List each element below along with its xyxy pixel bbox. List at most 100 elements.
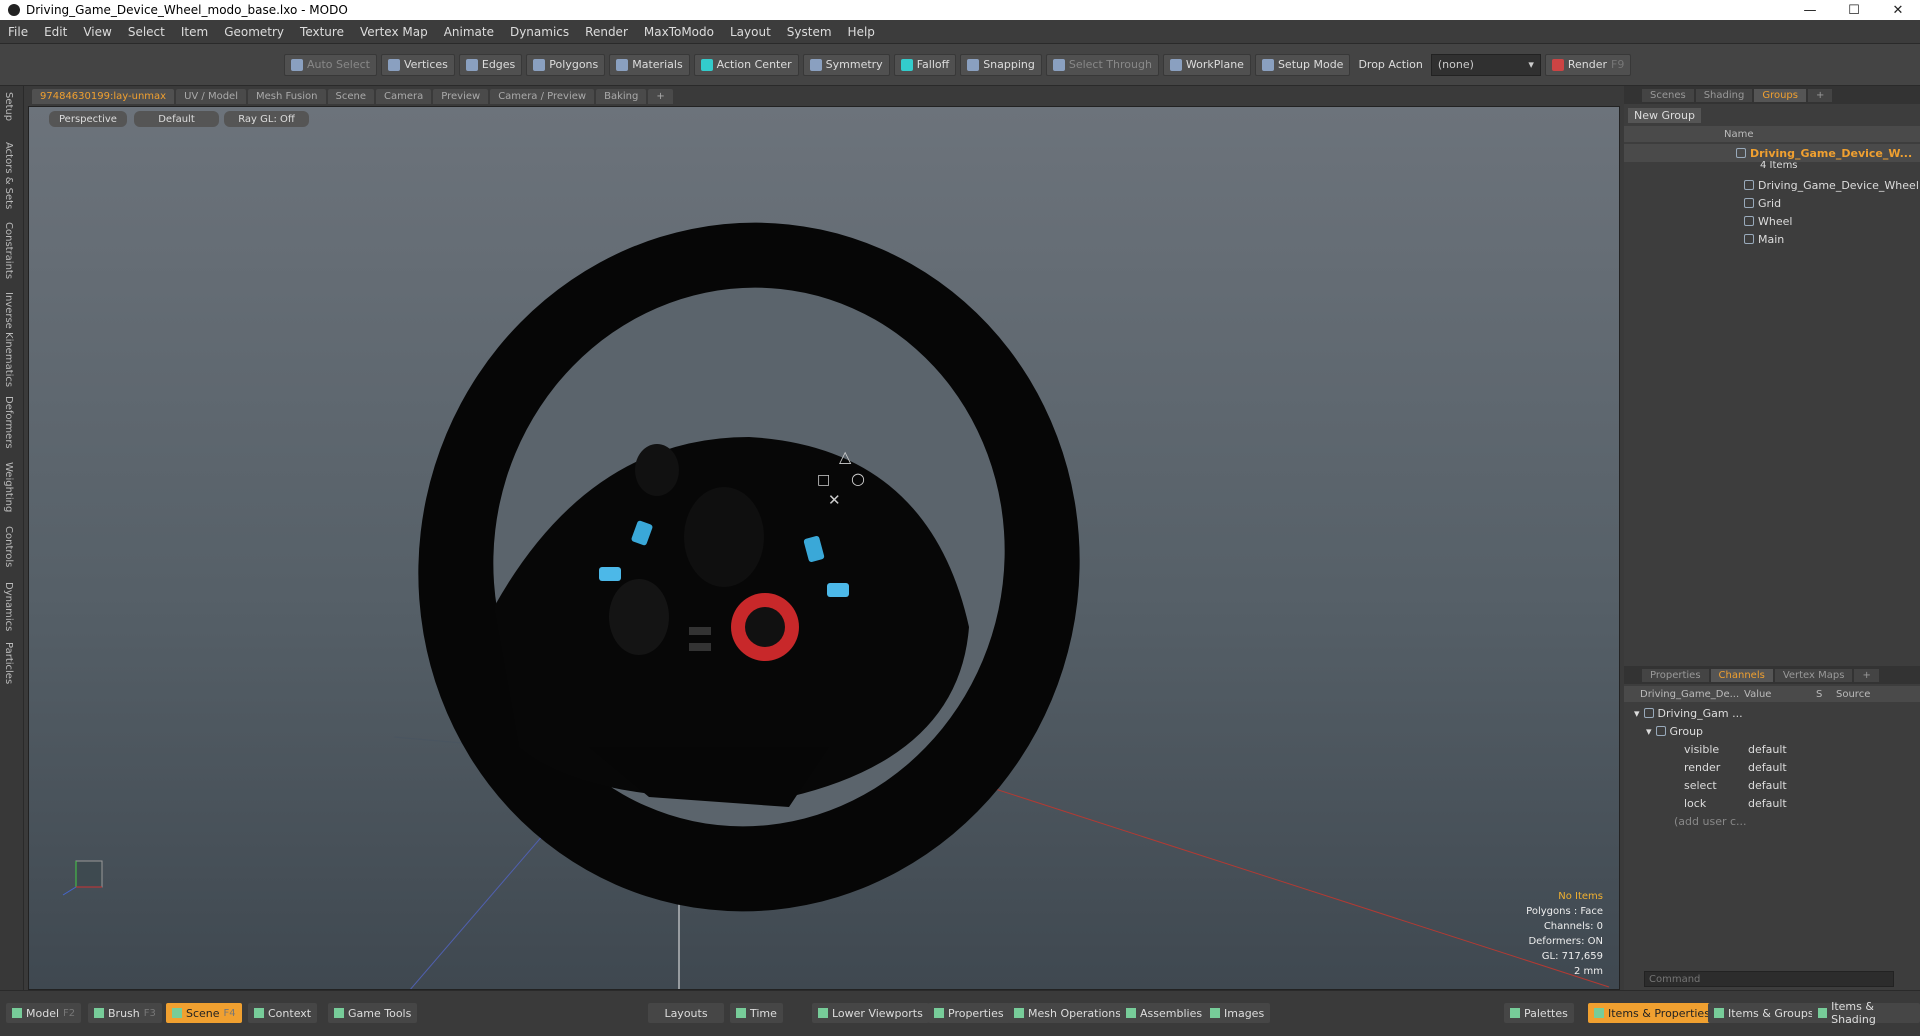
tab-deformers[interactable]: Deformers bbox=[3, 396, 14, 449]
tab-mesh-fusion[interactable]: Mesh Fusion bbox=[248, 88, 326, 104]
menu-layout[interactable]: Layout bbox=[722, 25, 779, 39]
menu-vertex-map[interactable]: Vertex Map bbox=[352, 25, 436, 39]
setup-mode-button[interactable]: Setup Mode bbox=[1254, 53, 1351, 76]
channels-item-row[interactable]: ▾ Driving_Gam ... bbox=[1624, 704, 1920, 722]
tab-vertex-maps[interactable]: Vertex Maps bbox=[1774, 668, 1853, 682]
add-tab-button[interactable]: + bbox=[648, 88, 673, 104]
images-button[interactable]: Images bbox=[1204, 1003, 1271, 1023]
tab-actors-sets[interactable]: Actors & Sets bbox=[3, 142, 14, 209]
3d-viewport[interactable]: Perspective Default Ray GL: Off △ ○ □ ✕ … bbox=[28, 106, 1620, 990]
tab-setup[interactable]: Setup bbox=[3, 92, 14, 121]
materials-button[interactable]: Materials bbox=[609, 53, 690, 76]
square-button: □ bbox=[817, 472, 830, 488]
close-button[interactable]: ✕ bbox=[1876, 3, 1920, 18]
channel-value-dropdown[interactable]: default bbox=[1748, 743, 1787, 756]
tab-camera[interactable]: Camera bbox=[376, 88, 432, 104]
menu-select[interactable]: Select bbox=[120, 25, 173, 39]
group-child-main[interactable]: Main bbox=[1624, 230, 1920, 248]
channels-group-row[interactable]: ▾ Group bbox=[1624, 722, 1920, 740]
hud-channels: Channels: 0 bbox=[1543, 921, 1603, 932]
add-panel-tab-button[interactable]: + bbox=[1854, 668, 1879, 682]
red-dial-center bbox=[745, 607, 785, 647]
menu-item[interactable]: Item bbox=[173, 25, 216, 39]
add-panel-tab-button[interactable]: + bbox=[1807, 88, 1833, 102]
snapping-button[interactable]: Snapping bbox=[960, 53, 1042, 76]
menu-dynamics[interactable]: Dynamics bbox=[502, 25, 577, 39]
channel-value-dropdown[interactable]: default bbox=[1748, 761, 1787, 774]
brush-layout-button[interactable]: Brush F3 bbox=[88, 1003, 162, 1023]
polygons-button[interactable]: Polygons bbox=[526, 53, 606, 76]
select-through-button[interactable]: Select Through bbox=[1045, 53, 1159, 76]
groups-header: Name bbox=[1624, 126, 1920, 142]
tab-uv-model[interactable]: UV / Model bbox=[176, 88, 246, 104]
add-user-channel[interactable]: (add user c... bbox=[1624, 812, 1920, 830]
channel-row[interactable]: visible default bbox=[1624, 740, 1920, 758]
tab-scene[interactable]: Scene bbox=[327, 88, 374, 104]
items-groups-button[interactable]: Items & Groups bbox=[1708, 1003, 1820, 1023]
window-title: Driving_Game_Device_Wheel_modo_base.lxo … bbox=[26, 3, 348, 17]
menu-texture[interactable]: Texture bbox=[292, 25, 352, 39]
tab-baking[interactable]: Baking bbox=[596, 88, 647, 104]
properties-button[interactable]: Properties bbox=[928, 1003, 1010, 1023]
symmetry-button[interactable]: Symmetry bbox=[802, 53, 890, 76]
menu-geometry[interactable]: Geometry bbox=[216, 25, 292, 39]
menu-edit[interactable]: Edit bbox=[36, 25, 75, 39]
menu-animate[interactable]: Animate bbox=[436, 25, 502, 39]
group-child-wheel[interactable]: Wheel bbox=[1624, 212, 1920, 230]
tab-particles[interactable]: Particles bbox=[3, 642, 14, 684]
channel-row[interactable]: lock default bbox=[1624, 794, 1920, 812]
render-button[interactable]: Render F9 bbox=[1544, 53, 1632, 76]
menu-help[interactable]: Help bbox=[840, 25, 883, 39]
vertices-button[interactable]: Vertices bbox=[380, 53, 455, 76]
auto-select-button[interactable]: Auto Select bbox=[284, 53, 377, 76]
menu-system[interactable]: System bbox=[779, 25, 840, 39]
menu-view[interactable]: View bbox=[75, 25, 119, 39]
tab-shading[interactable]: Shading bbox=[1695, 88, 1753, 102]
tab-controls[interactable]: Controls bbox=[3, 526, 14, 567]
tab-properties[interactable]: Properties bbox=[1642, 668, 1709, 682]
tab-lay-unmax[interactable]: 97484630199:lay-unmax bbox=[32, 88, 175, 104]
maximize-button[interactable]: ☐ bbox=[1832, 3, 1876, 18]
edges-button[interactable]: Edges bbox=[458, 53, 523, 76]
lower-viewports-button[interactable]: Lower Viewports bbox=[812, 1003, 929, 1023]
scene-layout-button[interactable]: Scene F4 bbox=[166, 1003, 242, 1023]
workplane-button[interactable]: WorkPlane bbox=[1162, 53, 1251, 76]
tab-dynamics[interactable]: Dynamics bbox=[3, 582, 14, 631]
channel-row[interactable]: render default bbox=[1624, 758, 1920, 776]
items-shading-button[interactable]: Items & Shading bbox=[1812, 1000, 1920, 1026]
group-child-mesh[interactable]: Driving_Game_Device_Wheel bbox=[1624, 176, 1920, 194]
context-button[interactable]: Context bbox=[248, 1003, 318, 1023]
mesh-operations-button[interactable]: Mesh Operations bbox=[1008, 1003, 1127, 1023]
menu-maxtomodo[interactable]: MaxToModo bbox=[636, 25, 722, 39]
tab-inverse-kinematics[interactable]: Inverse Kinematics bbox=[3, 292, 14, 387]
new-group-button[interactable]: New Group bbox=[1624, 106, 1920, 124]
drop-action-dropdown[interactable]: (none) ▾ bbox=[1430, 53, 1541, 76]
menu-file[interactable]: File bbox=[0, 25, 36, 39]
action-center-button[interactable]: Action Center bbox=[693, 53, 799, 76]
layouts-button[interactable]: Layouts bbox=[648, 1003, 724, 1023]
channel-value-dropdown[interactable]: default bbox=[1748, 779, 1787, 792]
tab-channels[interactable]: Channels bbox=[1710, 668, 1773, 682]
minimize-button[interactable]: — bbox=[1788, 3, 1832, 18]
items-properties-button[interactable]: Items & Properties bbox=[1588, 1003, 1716, 1023]
layout-icon bbox=[818, 1008, 828, 1018]
time-button[interactable]: Time bbox=[730, 1003, 783, 1023]
setup-mode-icon bbox=[1261, 58, 1274, 71]
command-input[interactable] bbox=[1644, 971, 1894, 987]
tab-scenes[interactable]: Scenes bbox=[1642, 88, 1694, 102]
menu-render[interactable]: Render bbox=[577, 25, 636, 39]
tab-camera-preview[interactable]: Camera / Preview bbox=[490, 88, 595, 104]
channel-value-dropdown[interactable]: default bbox=[1748, 797, 1787, 810]
group-child-grid[interactable]: Grid bbox=[1624, 194, 1920, 212]
tab-constraints[interactable]: Constraints bbox=[3, 222, 14, 279]
tab-preview[interactable]: Preview bbox=[433, 88, 489, 104]
falloff-button[interactable]: Falloff bbox=[893, 53, 957, 76]
model-layout-button[interactable]: Model F2 bbox=[6, 1003, 82, 1023]
palettes-button[interactable]: Palettes bbox=[1504, 1003, 1574, 1023]
tab-weighting[interactable]: Weighting bbox=[3, 462, 14, 512]
tab-groups[interactable]: Groups bbox=[1754, 88, 1806, 102]
layout-icon bbox=[94, 1008, 104, 1018]
channel-row[interactable]: select default bbox=[1624, 776, 1920, 794]
assemblies-button[interactable]: Assemblies bbox=[1120, 1003, 1209, 1023]
game-tools-button[interactable]: Game Tools bbox=[328, 1003, 418, 1023]
